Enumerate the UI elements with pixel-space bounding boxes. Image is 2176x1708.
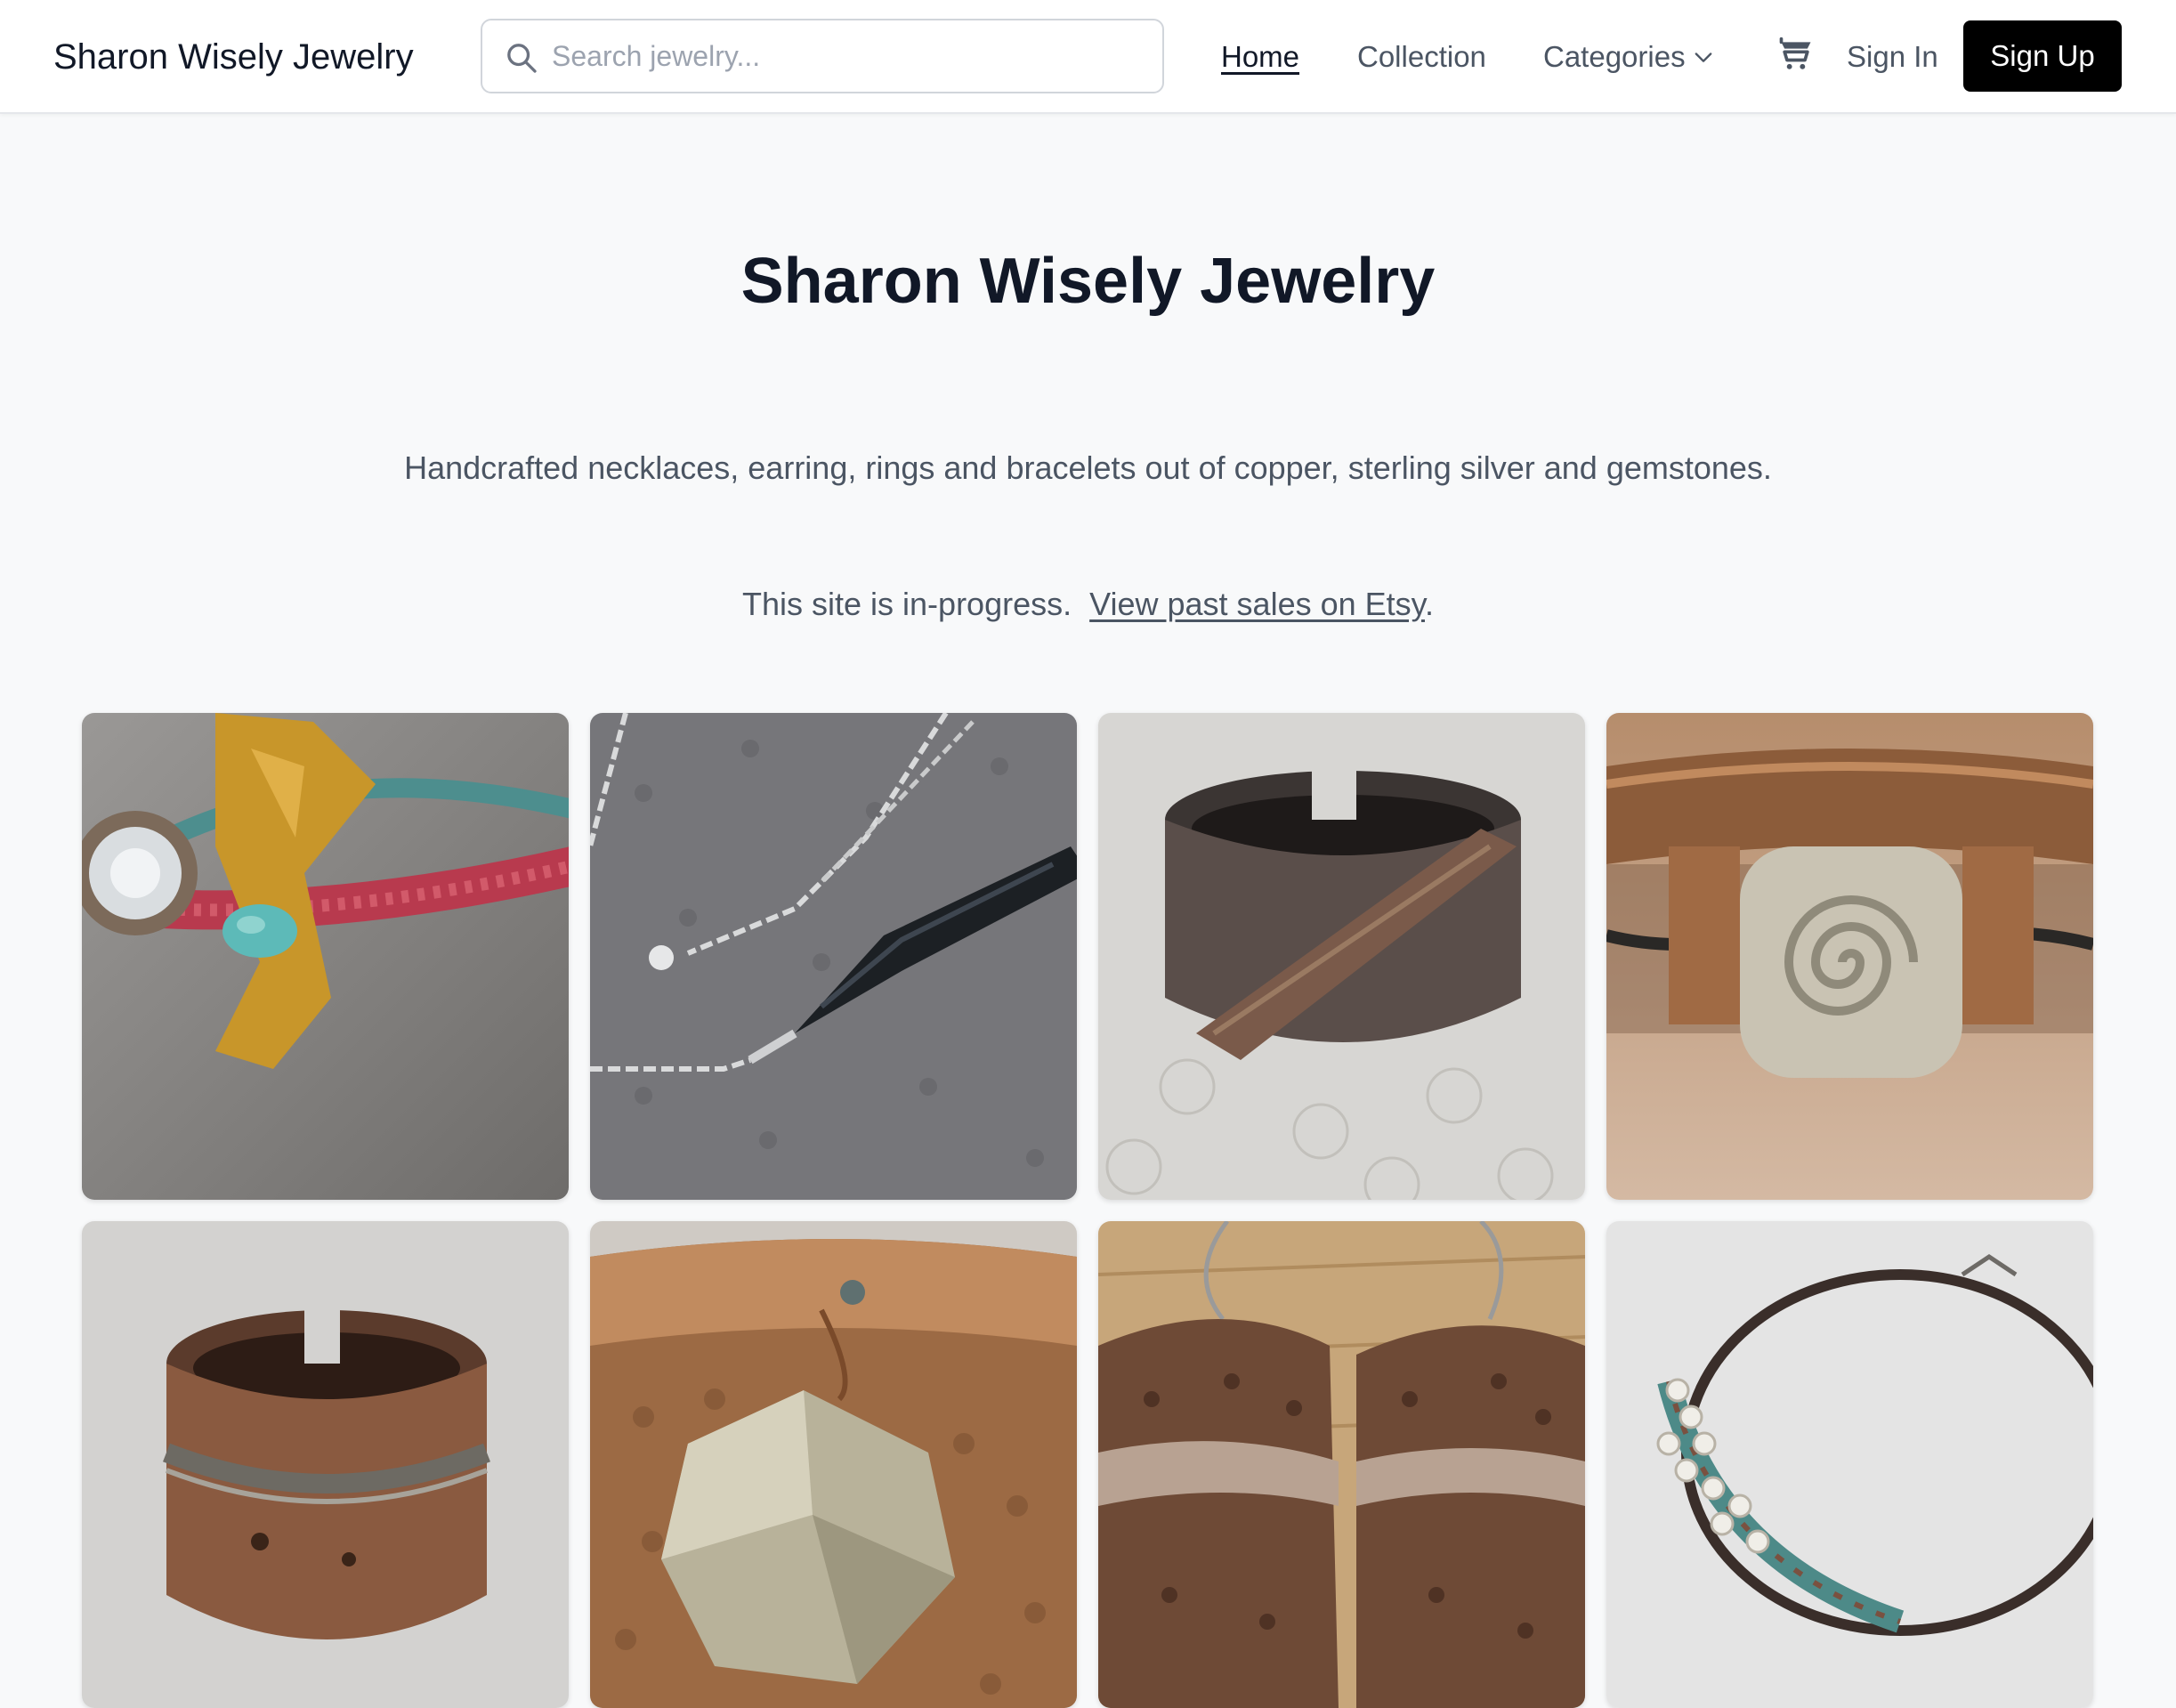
product-card[interactable] xyxy=(1606,1221,2093,1708)
nav-categories-dropdown[interactable]: Categories xyxy=(1543,36,1686,78)
hero-note-suffix: . xyxy=(1424,586,1434,622)
hero-description: Handcrafted necklaces, earring, rings an… xyxy=(404,449,1772,486)
sign-up-button[interactable]: Sign Up xyxy=(1963,20,2122,92)
cart-icon[interactable] xyxy=(1776,36,1816,75)
hero-note: This site is in-progress. View past sale… xyxy=(0,581,2176,627)
product-card[interactable] xyxy=(1098,713,1585,1200)
necklace-chain-pendant-image xyxy=(590,713,1077,1200)
spiral-cuff-bracelet-image xyxy=(1606,713,2093,1200)
wrapped-bangle-image xyxy=(1606,1221,2093,1708)
nav-home-link[interactable]: Home xyxy=(1221,36,1299,78)
page-title: Sharon Wisely Jewelry xyxy=(740,246,1436,317)
sign-in-link[interactable]: Sign In xyxy=(1847,36,1938,78)
product-card[interactable] xyxy=(590,1221,1077,1708)
brand-logo[interactable]: Sharon Wisely Jewelry xyxy=(53,32,414,82)
hero-note-text: This site is in-progress. xyxy=(742,586,1072,622)
copper-ring-image xyxy=(1098,713,1585,1200)
product-card[interactable] xyxy=(590,713,1077,1200)
copper-disc-earrings-image xyxy=(1098,1221,1585,1708)
product-card[interactable] xyxy=(1606,713,2093,1200)
search-box[interactable] xyxy=(481,19,1164,93)
top-navbar: Sharon Wisely Jewelry Home Collection Ca… xyxy=(0,0,2176,114)
chevron-down-icon[interactable] xyxy=(1691,45,1716,69)
copper-band-ring-image xyxy=(82,1221,569,1708)
etsy-link[interactable]: View past sales on Etsy xyxy=(1089,586,1425,622)
product-card[interactable] xyxy=(82,1221,569,1708)
bracelet-fabric-turquoise-image xyxy=(82,713,569,1200)
product-grid xyxy=(82,713,2095,1708)
product-card[interactable] xyxy=(82,713,569,1200)
search-input[interactable] xyxy=(552,31,1139,81)
product-card[interactable] xyxy=(1098,1221,1585,1708)
pyrite-cuff-bracelet-image xyxy=(590,1221,1077,1708)
nav-collection-link[interactable]: Collection xyxy=(1357,36,1486,78)
search-icon xyxy=(507,44,537,73)
